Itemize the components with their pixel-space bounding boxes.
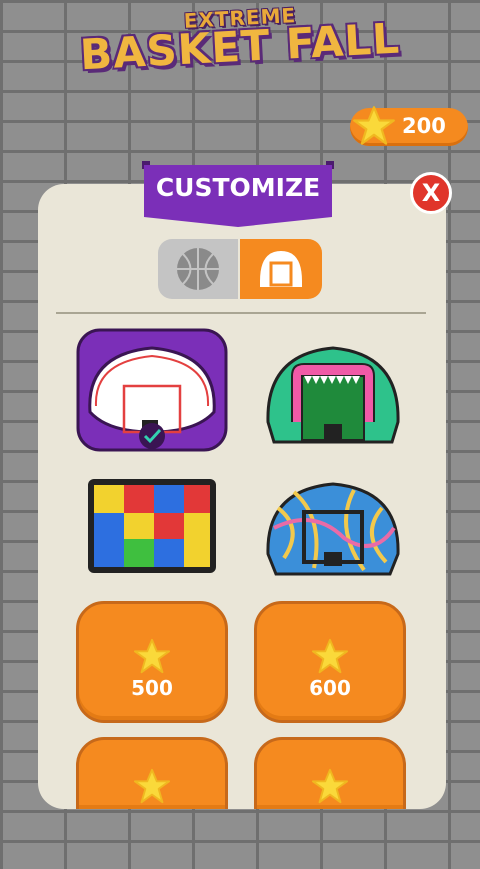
- divider: [56, 312, 426, 314]
- locked-item-4[interactable]: [254, 737, 406, 809]
- locked-item-1[interactable]: 500: [76, 601, 228, 723]
- star-icon: [133, 768, 171, 804]
- backboard-item-swirl[interactable]: [264, 478, 402, 578]
- currency-counter: 200: [350, 106, 468, 146]
- currency-amount: 200: [402, 114, 446, 138]
- panel-title: CUSTOMIZE: [155, 173, 321, 202]
- price-label: 500: [131, 676, 173, 700]
- basketball-icon: [177, 248, 219, 290]
- backboard-item-classic[interactable]: [76, 328, 228, 452]
- category-toggle: [158, 239, 322, 299]
- game-logo: EXTREME BASKET FALL: [0, 3, 480, 79]
- tab-balls[interactable]: [158, 239, 238, 299]
- panel-title-ribbon: CUSTOMIZE: [136, 161, 340, 229]
- backboard-item-blocks[interactable]: [86, 477, 218, 575]
- close-button[interactable]: X: [410, 172, 452, 214]
- star-icon: [311, 638, 349, 674]
- star-icon: [353, 106, 395, 145]
- star-icon: [133, 638, 171, 674]
- backboard-item-monster[interactable]: [264, 342, 402, 448]
- locked-item-2[interactable]: 600: [254, 601, 406, 723]
- tab-backboards[interactable]: [240, 239, 322, 299]
- backboard-icon: [260, 251, 302, 287]
- locked-item-3[interactable]: [76, 737, 228, 809]
- star-icon: [311, 768, 349, 804]
- price-label: 600: [309, 676, 351, 700]
